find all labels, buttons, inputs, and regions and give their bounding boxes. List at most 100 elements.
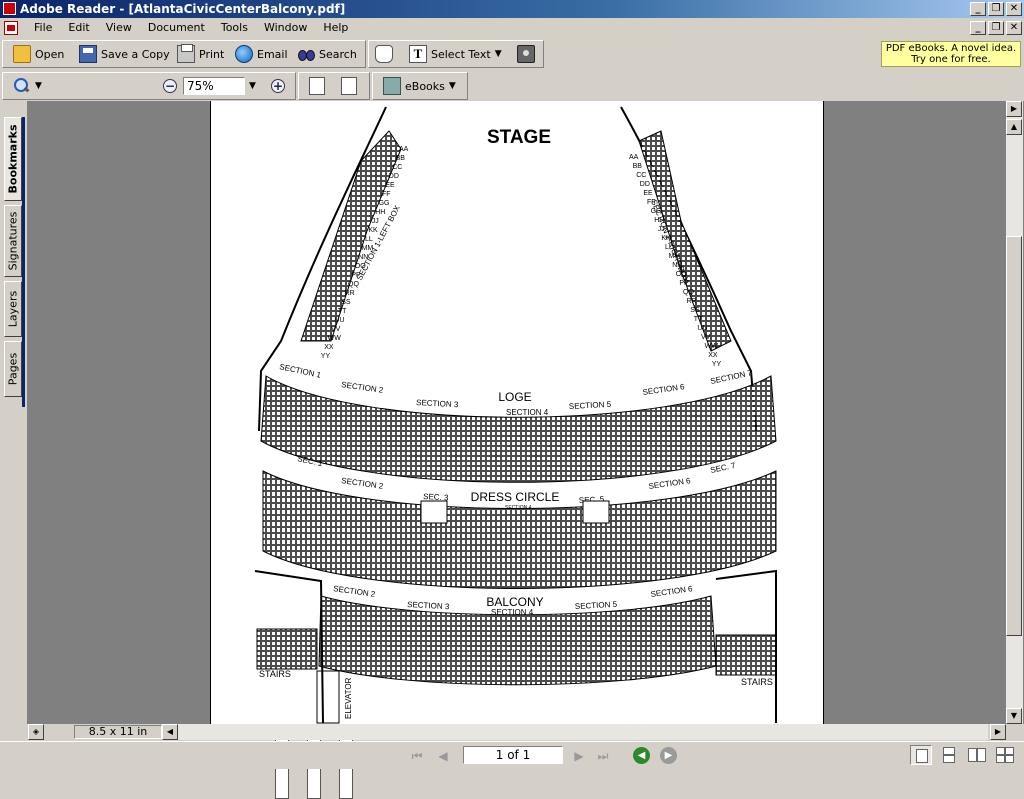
horizontal-scroll-track[interactable] (178, 724, 988, 740)
balcony-section-label: SECTION 2 (333, 584, 377, 599)
ebooks-button[interactable]: eBooks ▼ (383, 75, 456, 97)
menu-help[interactable]: Help (315, 18, 356, 38)
left-box-row-label: DD (389, 173, 399, 180)
single-page-layout-button[interactable] (910, 745, 932, 765)
page-size-indicator: 8.5 x 11 in (74, 725, 162, 739)
scroll-down-button[interactable]: ▼ (1006, 708, 1022, 724)
ebooks-icon (383, 77, 401, 95)
last-page-button[interactable]: ⏭ (594, 747, 612, 765)
ebooks-label: eBooks (405, 79, 445, 93)
left-box-row-label: GG (379, 200, 390, 207)
zoom-level-combo[interactable]: 75% ▼ (183, 75, 256, 97)
split-handle-icon[interactable]: ◈ (28, 724, 44, 740)
right-box-row-label: BB (633, 163, 643, 170)
document-icon[interactable] (4, 21, 18, 35)
loge-section-label: SECTION 3 (416, 398, 459, 409)
ebook-promo-banner[interactable]: PDF eBooks. A novel idea. Try one for fr… (881, 41, 1021, 67)
zoom-in-button[interactable]: + (271, 75, 285, 97)
close-button[interactable]: ✕ (1006, 2, 1022, 16)
doc-restore-button[interactable]: ❐ (988, 21, 1004, 35)
chevron-down-icon[interactable]: ▼ (249, 81, 256, 91)
document-window-controls: _ ❐ ✕ (970, 21, 1022, 35)
left-box-row-label: JJ (372, 218, 379, 225)
zoom-toolbar-group: ▼ − 75% ▼ + (2, 72, 353, 799)
right-box-row-label: MM (669, 253, 681, 260)
right-box-row-label: TT (694, 316, 703, 323)
menu-tools[interactable]: Tools (213, 18, 256, 38)
right-box-row-label: KK (661, 235, 671, 242)
menu-file[interactable]: File (26, 18, 60, 38)
left-box-row-label: NN (358, 254, 368, 261)
doc-minimize-button[interactable]: _ (970, 21, 986, 35)
scroll-right-button[interactable]: ▶ (990, 724, 1006, 740)
select-toolbar-group: T Select Text ▼ (368, 40, 544, 68)
scroll-up-button[interactable]: ▲ (1006, 119, 1022, 135)
select-text-button[interactable]: T Select Text ▼ (409, 43, 502, 65)
vertical-scrollbar[interactable]: ▶ ▲ ▼ (1006, 101, 1023, 724)
zoom-level-input[interactable]: 75% (183, 77, 245, 95)
doc-close-button[interactable]: ✕ (1006, 21, 1022, 35)
continuous-facing-layout-button[interactable] (994, 745, 1016, 765)
email-button[interactable]: Email (235, 43, 288, 65)
right-box-row-label: UU (697, 325, 707, 332)
previous-view-button[interactable]: ◀ (633, 747, 650, 764)
continuous-layout-button[interactable] (938, 745, 960, 765)
page-right-arrow[interactable]: ▶ (1006, 101, 1022, 117)
left-box-row-label: LL (365, 236, 373, 243)
menu-window[interactable]: Window (256, 18, 315, 38)
left-box-row-label: AA (399, 146, 409, 153)
save-copy-button[interactable]: Save a Copy (79, 43, 170, 65)
right-box-row-label: WW (705, 343, 719, 350)
facing-layout-button[interactable] (966, 745, 988, 765)
first-page-button[interactable]: ⏮ (408, 747, 426, 765)
rotate-left-button[interactable] (309, 75, 325, 97)
left-box-row-label: OO (355, 263, 366, 270)
hand-tool-button[interactable] (375, 43, 393, 65)
left-stairs (256, 628, 318, 670)
rotate-toolbar-group (298, 72, 370, 100)
file-toolbar: Open Save a Copy Print Email Search T Se… (0, 39, 1024, 69)
right-stairs (715, 634, 777, 676)
balcony-label: BALCONY (486, 595, 543, 609)
chevron-down-icon[interactable]: ▼ (495, 49, 502, 59)
zoom-tool-button[interactable]: ▼ (13, 75, 42, 97)
view-toolbar: ▼ − 75% ▼ + eBooks ▼ (0, 71, 1024, 799)
vertical-scroll-thumb[interactable] (1006, 236, 1022, 636)
scroll-left-button[interactable]: ◀ (162, 724, 178, 740)
next-page-button[interactable]: ▶ (570, 747, 588, 765)
save-disk-icon (79, 45, 97, 63)
minimize-button[interactable]: _ (970, 2, 986, 16)
loge-section-label: SECTION 4 (506, 408, 549, 417)
loge-label: LOGE (498, 390, 531, 404)
search-button[interactable]: Search (297, 43, 357, 65)
tab-layers[interactable]: Layers (4, 281, 22, 337)
print-button[interactable]: Print (177, 43, 224, 65)
snapshot-button[interactable] (517, 43, 535, 65)
next-view-button[interactable]: ▶ (660, 747, 677, 764)
left-box-row-label: PP (351, 272, 361, 279)
page-number-field[interactable]: 1 of 1 (463, 746, 563, 764)
menu-view[interactable]: View (98, 18, 140, 38)
chevron-down-icon[interactable]: ▼ (35, 81, 42, 91)
chevron-down-icon[interactable]: ▼ (449, 81, 456, 91)
tab-bookmarks[interactable]: Bookmarks (4, 117, 22, 201)
elevator (316, 670, 340, 724)
menu-edit[interactable]: Edit (60, 18, 97, 38)
left-box-row-label: SS (341, 299, 351, 306)
save-copy-label: Save a Copy (101, 47, 170, 61)
dress-circle-seats (262, 470, 777, 589)
tab-pages[interactable]: Pages (4, 341, 22, 397)
previous-page-button[interactable]: ◀ (434, 747, 452, 765)
open-button[interactable]: Open (13, 43, 64, 65)
pdf-page: STAGE SECTION 1-LEFT BOX AA BB CC DD EE FF GG H… (210, 101, 824, 724)
open-label: Open (35, 47, 65, 61)
dress-circle-label: DRESS CIRCLE (471, 490, 560, 504)
tab-signatures[interactable]: Signatures (4, 205, 22, 277)
rotate-right-button[interactable] (341, 75, 357, 97)
seating-chart: STAGE SECTION 1-LEFT BOX AABBCCDDEEFFGGH… (254, 106, 777, 724)
menu-document[interactable]: Document (140, 18, 213, 38)
select-text-label: Select Text (431, 47, 491, 61)
zoom-out-button[interactable]: − (163, 75, 177, 97)
restore-button[interactable]: ❐ (988, 2, 1004, 16)
horizontal-scrollbar: ◈ 8.5 x 11 in ◀ ▶ (28, 724, 1006, 740)
